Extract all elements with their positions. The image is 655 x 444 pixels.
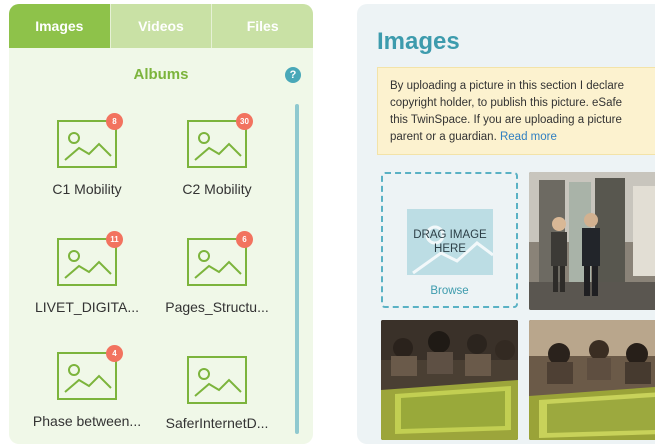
tab-videos[interactable]: Videos (109, 4, 212, 48)
tab-files[interactable]: Files (211, 4, 313, 48)
notice-line: copyright holder, to publish this pictur… (390, 97, 623, 109)
album-count-badge: 11 (106, 231, 123, 248)
album-image-icon: 11 (57, 231, 123, 286)
album-label: Pages_Structu... (165, 299, 269, 315)
album-label: SaferInternetD... (165, 415, 269, 431)
tab-images[interactable]: Images (9, 4, 110, 48)
photo-two-people-in-hallway[interactable] (529, 172, 655, 310)
album-image-icon: 30 (187, 113, 253, 168)
album-count-badge: 8 (106, 113, 123, 130)
notice-line-text: parent or a guardian. (390, 131, 497, 143)
photo-students-at-table-1[interactable] (381, 320, 518, 440)
album-label: LIVET_DIGITA... (35, 299, 139, 315)
album-image-icon (187, 356, 247, 404)
images-panel: Images By uploading a picture in this se… (357, 4, 655, 444)
media-tabs: Images Videos Files (9, 4, 313, 48)
album-count-badge: 6 (236, 231, 253, 248)
album-count-badge: 30 (236, 113, 253, 130)
album-image-icon: 8 (57, 113, 123, 168)
drop-target[interactable]: DRAG IMAGE HERE (407, 209, 493, 275)
album-label: C2 Mobility (182, 181, 252, 197)
drag-image-text: DRAG IMAGE HERE (413, 229, 487, 255)
album-phase-between[interactable]: 4 Phase between... (22, 345, 152, 429)
album-pages-structure[interactable]: 6 Pages_Structu... (152, 231, 282, 315)
album-label: C1 Mobility (52, 181, 122, 197)
help-icon[interactable]: ? (285, 67, 301, 83)
album-c1-mobility[interactable]: 8 C1 Mobility (22, 113, 152, 197)
album-livet-digital[interactable]: 11 LIVET_DIGITA... (22, 231, 152, 315)
albums-panel: Images Videos Files Albums ? 8 C1 Mobili… (9, 4, 313, 444)
notice-line: parent or a guardian. Read more (390, 129, 655, 146)
album-label: Phase between... (32, 413, 142, 429)
album-image-icon: 6 (187, 231, 253, 286)
browse-link[interactable]: Browse (383, 285, 516, 297)
albums-heading: Albums (133, 66, 189, 83)
notice-line: this TwinSpace. If you are uploading a p… (390, 114, 622, 126)
album-image-icon: 4 (57, 345, 123, 400)
album-count-badge: 4 (106, 345, 123, 362)
upload-drop-zone[interactable]: DRAG IMAGE HERE Browse (381, 172, 518, 308)
albums-scrollbar[interactable] (295, 104, 299, 434)
read-more-link[interactable]: Read more (500, 131, 557, 143)
photo-students-at-table-2[interactable] (529, 320, 655, 440)
album-safer-internet-day[interactable]: SaferInternetD... (152, 356, 282, 431)
album-c2-mobility[interactable]: 30 C2 Mobility (152, 113, 282, 197)
copyright-notice: By uploading a picture in this section I… (377, 67, 655, 155)
page-title: Images (377, 28, 460, 55)
notice-line: By uploading a picture in this section I… (390, 80, 624, 92)
